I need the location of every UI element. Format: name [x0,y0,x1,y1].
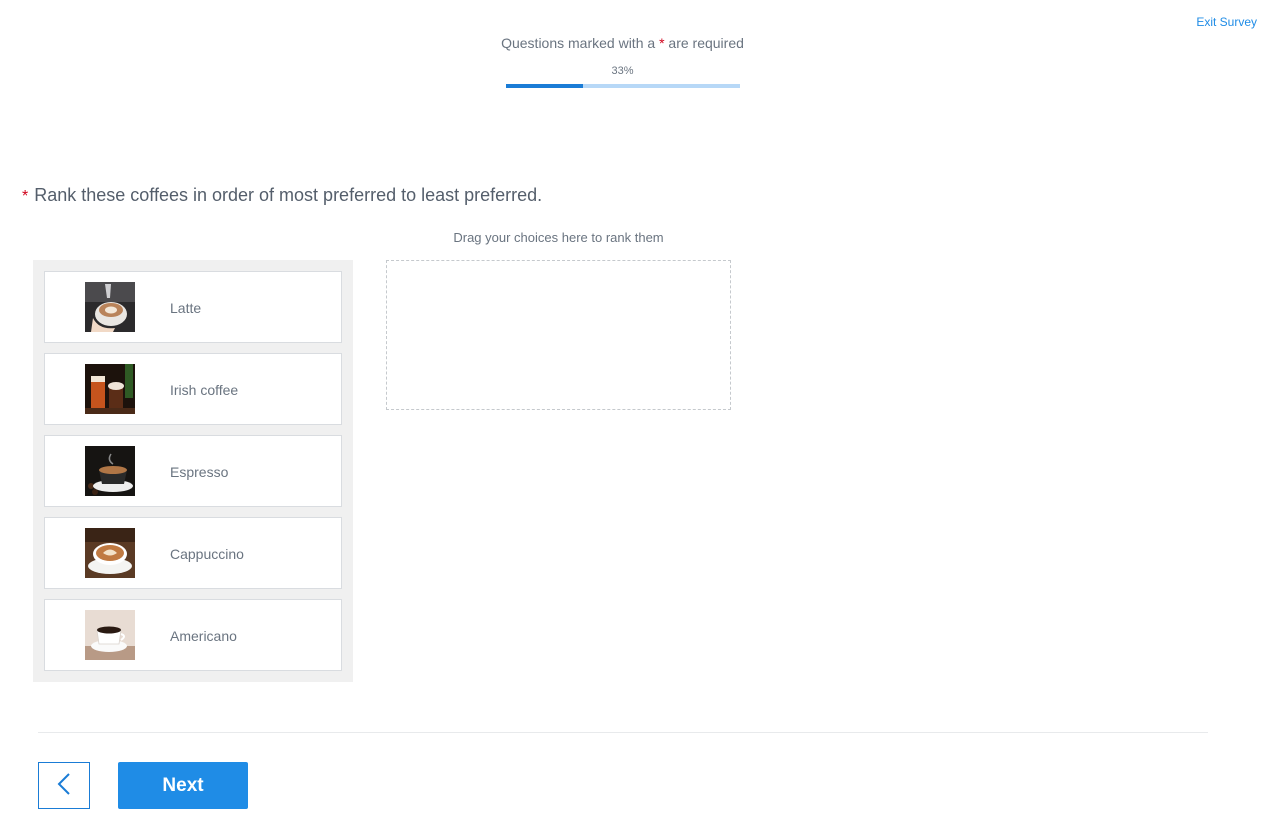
question-text: Rank these coffees in order of most pref… [34,185,543,205]
espresso-photo-icon [85,446,135,496]
exit-survey-link[interactable]: Exit Survey [1196,15,1257,29]
required-note-text-after: are required [664,35,744,51]
survey-page: Exit Survey Questions marked with a * ar… [0,0,1267,825]
rank-choice-label: Americano [170,628,237,644]
required-note-text-before: Questions marked with a [501,35,660,51]
back-button[interactable] [38,762,90,809]
footer-divider [38,732,1208,733]
rank-choice-label: Espresso [170,464,229,480]
rank-choice-americano[interactable]: Americano [44,599,342,671]
rank-choice-espresso[interactable]: Espresso [44,435,342,507]
question-title: * Rank these coffees in order of most pre… [22,185,542,206]
rank-choice-cappuccino[interactable]: Cappuccino [44,517,342,589]
drop-zone-hint: Drag your choices here to rank them [453,230,664,245]
latte-photo-icon [85,282,135,332]
irish-coffee-photo-icon [85,364,135,414]
progress-bar [506,84,740,88]
chevron-left-icon [57,772,71,799]
rank-choice-latte[interactable]: Latte [44,271,342,343]
next-button[interactable]: Next [118,762,248,809]
question-required-star: * [22,188,29,205]
progress-bar-fill [506,84,584,88]
ranking-drop-zone[interactable] [386,260,731,410]
rank-choice-label: Latte [170,300,202,316]
rank-choice-label: Cappuccino [170,546,244,562]
ranking-choices-list: Latte Irish coffee Espresso Cappuccino A… [33,260,353,682]
rank-choice-irish-coffee[interactable]: Irish coffee [44,353,342,425]
progress-label: 33% [611,65,634,77]
cappuccino-photo-icon [85,528,135,578]
americano-photo-icon [85,610,135,660]
rank-choice-label: Irish coffee [170,382,239,398]
required-note: Questions marked with a * are required [0,35,1245,51]
